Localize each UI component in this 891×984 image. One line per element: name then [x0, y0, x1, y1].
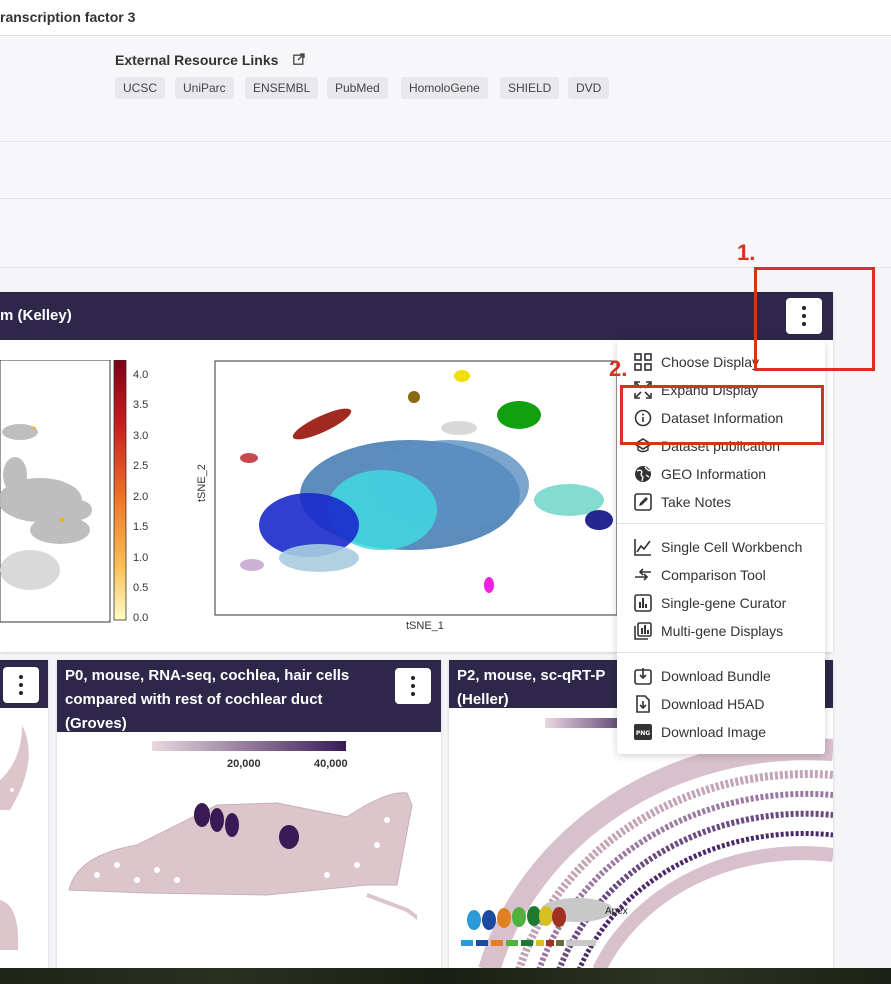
- menu-divider: [617, 523, 825, 524]
- apex-label: Apex: [605, 906, 628, 917]
- menu-item-download-h5ad[interactable]: Download H5AD: [617, 691, 825, 717]
- card-header: P0, mouse, RNA-seq, cochlea, hair cells …: [57, 660, 441, 732]
- link-shield[interactable]: SHIELD: [500, 77, 560, 99]
- bar-chart-icon: [633, 593, 653, 613]
- colorbar-tick: 0.0: [133, 612, 149, 624]
- menu-item-geo-information[interactable]: GEO Information: [617, 461, 825, 487]
- link-dvd[interactable]: DVD: [568, 77, 610, 99]
- menu-divider: [617, 652, 825, 653]
- top-bar: ranscription factor 3: [0, 0, 891, 36]
- card-title: P2, mouse, sc-qRT-P (Heller): [457, 667, 606, 708]
- kebab-icon: [19, 673, 23, 697]
- multi-chart-icon: [633, 621, 653, 641]
- card-header: m (Kelley): [0, 292, 833, 340]
- card-menu-button[interactable]: [3, 667, 39, 703]
- colorbar-tick: 4.0: [133, 369, 149, 381]
- card-menu-button[interactable]: [395, 668, 431, 704]
- grid-icon: [633, 352, 653, 372]
- menu-item-label: Take Notes: [661, 494, 732, 510]
- link-ensembl[interactable]: ENSEMBL: [245, 77, 319, 99]
- menu-item-single-cell-workbench[interactable]: Single Cell Workbench: [617, 534, 825, 560]
- colorbar-tick: 0.5: [133, 582, 149, 594]
- edit-icon: [633, 492, 653, 512]
- menu-item-label: Download H5AD: [661, 696, 765, 712]
- menu-item-label: GEO Information: [661, 466, 767, 482]
- cochlea-spiral-plot: [461, 738, 833, 970]
- annotation-step-1: 1.: [737, 240, 756, 265]
- png-icon: PNG: [633, 722, 653, 742]
- colorbar-tick: 2.0: [133, 491, 149, 503]
- menu-item-download-image[interactable]: PNG Download Image: [617, 719, 825, 745]
- menu-item-label: Single Cell Workbench: [661, 539, 803, 555]
- section-band: [0, 199, 891, 268]
- external-links-title: External Resource Links: [115, 52, 279, 68]
- menu-item-label: Choose Display: [661, 354, 760, 370]
- download-box-icon: [633, 666, 653, 686]
- background-strip: [0, 968, 891, 984]
- menu-item-comparison-tool[interactable]: Comparison Tool: [617, 562, 825, 588]
- dataset-card-partial: [0, 660, 48, 970]
- globe-icon: [633, 464, 653, 484]
- menu-item-label: Single-gene Curator: [661, 595, 787, 611]
- link-pubmed[interactable]: PubMed: [327, 77, 388, 99]
- download-file-icon: [633, 694, 653, 714]
- annotation-box-1: [754, 267, 875, 371]
- colorbar-tick: 3.5: [133, 399, 149, 411]
- anatomy-illustration: [0, 725, 29, 950]
- menu-item-multi-gene-displays[interactable]: Multi-gene Displays: [617, 618, 825, 644]
- compare-arrows-icon: [633, 565, 653, 585]
- tsne-x-label: tSNE_1: [406, 620, 444, 632]
- link-homologene[interactable]: HomoloGene: [401, 77, 488, 99]
- card-title: m (Kelley): [0, 307, 72, 324]
- annotation-box-2: [620, 385, 824, 445]
- menu-item-label: Multi-gene Displays: [661, 623, 784, 639]
- legend-tick: 20,000: [227, 758, 261, 770]
- legend-tick: 40,000: [314, 758, 348, 770]
- menu-item-single-gene-curator[interactable]: Single-gene Curator: [617, 590, 825, 616]
- section-band: [0, 142, 891, 199]
- dataset-card-groves: P0, mouse, RNA-seq, cochlea, hair cells …: [57, 660, 441, 970]
- kebab-icon: [411, 674, 415, 698]
- tsne-y-label: tSNE_2: [196, 464, 208, 502]
- colorbar: [113, 360, 127, 621]
- expression-legend-bar: [152, 741, 346, 751]
- svg-text:PNG: PNG: [636, 730, 650, 737]
- external-link-icon: [293, 53, 305, 65]
- menu-item-label: Download Bundle: [661, 668, 771, 684]
- menu-item-label: Comparison Tool: [661, 567, 766, 583]
- menu-item-label: Download Image: [661, 724, 767, 740]
- gene-title: ranscription factor 3: [0, 9, 136, 25]
- link-ucsc[interactable]: UCSC: [115, 77, 166, 99]
- colorbar-tick: 2.5: [133, 460, 149, 472]
- annotation-step-2: 2.: [609, 356, 628, 381]
- menu-item-download-bundle[interactable]: Download Bundle: [617, 663, 825, 689]
- card-title: P0, mouse, RNA-seq, cochlea, hair cells …: [65, 667, 350, 732]
- colorbar-tick: 1.5: [133, 521, 149, 533]
- colorbar-tick: 3.0: [133, 430, 149, 442]
- colorbar-tick: 1.0: [133, 552, 149, 564]
- line-chart-icon: [633, 537, 653, 557]
- cochlea-cross-section: [68, 792, 417, 920]
- link-uniparc[interactable]: UniParc: [175, 77, 234, 99]
- tsne-cluster-plot: [214, 360, 618, 616]
- menu-item-take-notes[interactable]: Take Notes: [617, 489, 825, 515]
